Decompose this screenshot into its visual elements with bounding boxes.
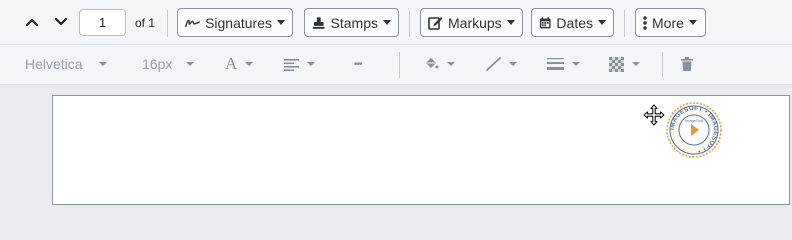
stamp-inner-text: ImageSoft	[685, 118, 704, 123]
page-count-label: of 1	[135, 16, 156, 30]
opacity-checker-icon	[609, 56, 624, 72]
signature-icon	[185, 19, 200, 27]
more-label: More	[652, 14, 684, 31]
signatures-button[interactable]: Signatures	[177, 8, 293, 37]
chevron-down-icon	[307, 62, 315, 66]
page-number-input[interactable]	[79, 9, 126, 36]
dates-button[interactable]: Dates	[531, 8, 614, 37]
stamp-seal-icon: IMAGESOFT • IMAGESOFT • ImageSoft	[666, 102, 722, 158]
next-page-button[interactable]	[50, 11, 72, 33]
chevron-down-icon	[245, 62, 254, 66]
toolbar-divider	[662, 52, 663, 78]
edit-icon	[428, 17, 443, 30]
signatures-label: Signatures	[205, 14, 272, 31]
chevron-down-icon	[509, 62, 517, 66]
vertical-dots-icon	[643, 15, 647, 30]
font-family-value: Helvetica	[25, 56, 83, 72]
toolbar-divider	[167, 10, 168, 37]
move-cursor-icon	[643, 104, 665, 126]
chevron-down-icon	[383, 20, 391, 25]
previous-page-button[interactable]	[21, 11, 43, 33]
imagesoft-stamp[interactable]: IMAGESOFT • IMAGESOFT • ImageSoft	[666, 102, 722, 158]
toolbar-divider	[409, 10, 410, 37]
chevron-down-icon	[54, 17, 68, 26]
fill-color-select[interactable]	[424, 54, 455, 74]
text-align-select[interactable]	[284, 54, 315, 74]
ellipsis-icon: •••	[354, 58, 362, 70]
chevron-down-icon	[572, 62, 580, 66]
text-icon: A	[225, 54, 238, 73]
chevron-down-icon	[447, 62, 455, 66]
markups-label: Markups	[448, 14, 502, 31]
text-style-select[interactable]: A	[225, 54, 254, 74]
more-format-button[interactable]: •••	[354, 54, 362, 74]
align-left-icon	[284, 58, 299, 71]
trash-icon	[681, 57, 693, 71]
toolbar-divider	[624, 10, 625, 37]
more-button[interactable]: More	[635, 8, 706, 37]
chevron-down-icon	[632, 62, 640, 66]
opacity-select[interactable]	[609, 54, 640, 74]
toolbar-divider	[399, 52, 400, 78]
stamp-icon	[312, 16, 325, 29]
chevron-down-icon	[688, 20, 697, 25]
chevron-up-icon	[25, 18, 39, 27]
delete-button[interactable]	[681, 54, 693, 74]
chevron-down-icon	[598, 20, 606, 25]
chevron-down-icon	[277, 20, 285, 25]
line-width-select[interactable]	[547, 54, 580, 74]
font-size-value: 16px	[142, 56, 173, 72]
paint-bucket-icon	[426, 58, 439, 69]
font-size-select[interactable]: 16px	[142, 54, 194, 74]
line-style-select[interactable]	[486, 54, 517, 74]
stamps-button[interactable]: Stamps	[304, 8, 399, 37]
dates-label: Dates	[556, 14, 593, 31]
chevron-down-icon	[506, 20, 515, 25]
format-toolbar	[0, 45, 792, 85]
line-icon	[486, 57, 501, 71]
stamps-label: Stamps	[330, 14, 378, 31]
chevron-down-icon	[99, 62, 107, 66]
calendar-icon	[539, 16, 551, 28]
font-family-select[interactable]: Helvetica	[25, 54, 107, 74]
markups-button[interactable]: Markups	[420, 8, 523, 37]
line-width-icon	[547, 58, 564, 70]
chevron-down-icon	[186, 62, 194, 66]
